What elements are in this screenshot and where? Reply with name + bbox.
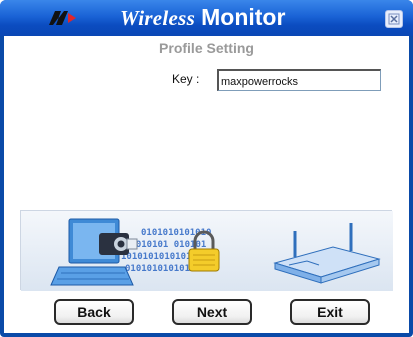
back-button[interactable]: Back: [54, 299, 134, 325]
next-button[interactable]: Next: [172, 299, 252, 325]
exit-button[interactable]: Exit: [290, 299, 370, 325]
illustration-svg: 0101010101010 01010101 010101 1010101010…: [21, 211, 393, 291]
app-window: Wireless Monitor Profile Setting Key : m…: [0, 0, 413, 337]
title-wireless: Wireless: [120, 6, 196, 30]
page-title: Profile Setting: [159, 40, 254, 56]
brand-logo-icon: [49, 11, 76, 25]
window-title: Wireless Monitor: [120, 4, 285, 32]
key-input[interactable]: [217, 69, 381, 91]
close-button[interactable]: [385, 10, 403, 28]
title-monitor: Monitor: [201, 4, 286, 30]
title-bar[interactable]: Wireless Monitor: [0, 0, 413, 36]
dialog-body: Profile Setting Key : 0101010101010 0101…: [4, 36, 409, 333]
close-icon: [388, 13, 400, 25]
network-illustration: 0101010101010 01010101 010101 1010101010…: [20, 210, 393, 291]
key-label: Key :: [172, 72, 200, 86]
